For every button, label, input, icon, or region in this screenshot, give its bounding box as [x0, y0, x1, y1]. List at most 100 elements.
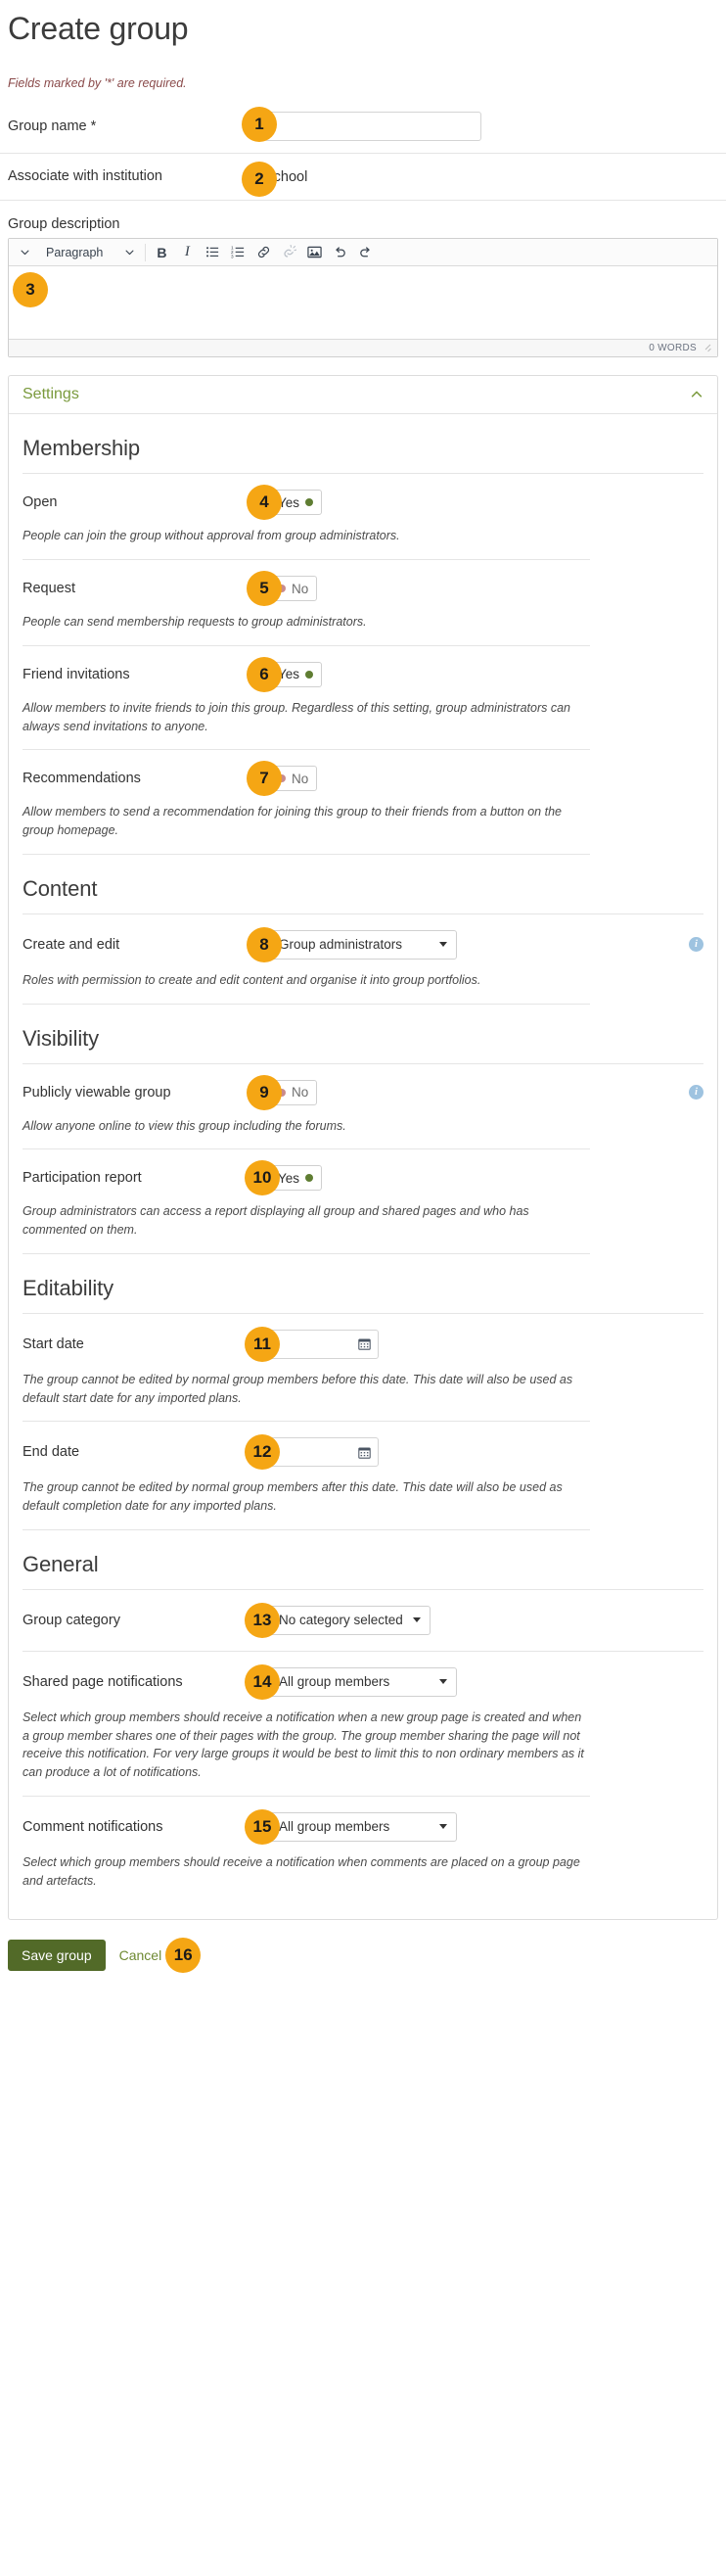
save-group-button[interactable]: Save group	[8, 1940, 106, 1972]
info-icon[interactable]: i	[689, 1085, 703, 1101]
setting-row-comment-notifications: Comment notifications 15 All group membe…	[23, 1797, 703, 1851]
field-group-category: 13 No category selected	[245, 1602, 703, 1638]
callout-badge-15: 15	[245, 1808, 280, 1845]
end-date-input[interactable]	[269, 1437, 379, 1468]
label-create-and-edit: Create and edit	[23, 936, 120, 953]
editor-content-area[interactable]: 3	[9, 266, 717, 340]
toggle-participation-report-value: Yes	[278, 1170, 300, 1186]
cancel-button[interactable]: Cancel	[119, 1947, 162, 1963]
label-end-date: End date	[23, 1444, 80, 1461]
chevron-down-icon	[412, 1617, 421, 1623]
status-dot-icon	[305, 498, 314, 507]
chevron-up-icon[interactable]	[690, 388, 703, 401]
start-date-input[interactable]	[269, 1329, 379, 1359]
calendar-icon[interactable]	[358, 1337, 371, 1351]
chevron-down-icon[interactable]	[13, 241, 36, 264]
field-open: 4 Yes	[247, 485, 703, 521]
settings-panel: Settings Membership Open 4 Yes People ca…	[8, 375, 718, 1921]
field-end-date: 12	[245, 1434, 703, 1471]
setting-row-recommendations: Recommendations 7 No	[23, 750, 703, 801]
field-create-and-edit: 8 Group administrators i	[247, 926, 703, 962]
redo-icon[interactable]	[353, 241, 377, 264]
link-icon[interactable]	[251, 241, 275, 264]
form-footer: Save group Cancel 16	[0, 1920, 726, 1992]
section-heading-general: General	[23, 1552, 703, 1590]
setting-row-group-category: Group category 13 No category selected	[23, 1590, 703, 1652]
chevron-down-icon	[439, 1824, 447, 1830]
select-shared-page-notifications[interactable]: All group members	[269, 1666, 457, 1697]
label-open: Open	[23, 494, 58, 511]
field-publicly-viewable: 9 No i	[247, 1074, 703, 1110]
resize-handle[interactable]	[703, 344, 711, 352]
field-recommendations: 7 No	[247, 761, 703, 797]
status-dot-icon	[305, 670, 314, 679]
callout-badge-5: 5	[247, 571, 282, 607]
callout-badge-3: 3	[13, 272, 48, 308]
italic-icon[interactable]: I	[175, 241, 199, 264]
callout-badge-9: 9	[247, 1074, 282, 1110]
select-group-category[interactable]: No category selected	[269, 1605, 431, 1635]
setting-row-start-date: Start date 11	[23, 1314, 703, 1369]
select-create-and-edit-value: Group administrators	[279, 937, 403, 953]
bold-icon[interactable]: B	[150, 241, 173, 264]
editor-status-bar: 0 WORDS	[9, 339, 717, 357]
setting-row-shared-page-notifications: Shared page notifications 14 All group m…	[23, 1652, 703, 1707]
settings-panel-body: Membership Open 4 Yes People can join th…	[9, 436, 717, 1919]
paragraph-format-select[interactable]: Paragraph	[38, 241, 141, 264]
select-create-and-edit[interactable]: Group administrators	[269, 929, 457, 960]
label-group-category: Group category	[23, 1612, 120, 1628]
editor-toolbar: Paragraph B I 1 2 3	[9, 239, 717, 267]
section-heading-editability: Editability	[23, 1276, 703, 1314]
help-end-date: The group cannot be edited by normal gro…	[23, 1476, 590, 1530]
undo-icon[interactable]	[328, 241, 351, 264]
chevron-down-icon	[439, 1679, 447, 1685]
calendar-icon[interactable]	[358, 1446, 371, 1459]
group-description-editor: Paragraph B I 1 2 3 3 0 WORDS	[8, 238, 718, 358]
image-icon[interactable]	[302, 241, 326, 264]
create-group-page: Create group Fields marked by '*' are re…	[0, 0, 726, 1992]
unlink-icon	[277, 241, 300, 264]
help-publicly-viewable: Allow anyone online to view this group i…	[23, 1115, 590, 1150]
group-description-label: Group description	[8, 216, 120, 233]
label-comment-notifications: Comment notifications	[23, 1818, 163, 1835]
callout-badge-16: 16	[165, 1938, 202, 1974]
setting-row-end-date: End date 12	[23, 1422, 703, 1476]
setting-row-participation-report: Participation report 10 Yes	[23, 1149, 703, 1200]
label-publicly-viewable: Publicly viewable group	[23, 1084, 171, 1101]
field-request: 5 No	[247, 571, 703, 607]
info-icon[interactable]: i	[689, 937, 703, 953]
label-start-date: Start date	[23, 1335, 84, 1352]
toolbar-divider	[145, 243, 147, 261]
help-request: People can send membership requests to g…	[23, 611, 590, 646]
svg-text:3: 3	[231, 255, 234, 259]
help-create-and-edit: Roles with permission to create and edit…	[23, 969, 590, 1005]
help-friend-invitations: Allow members to invite friends to join …	[23, 697, 590, 751]
settings-panel-header[interactable]: Settings	[9, 376, 717, 415]
field-shared-page-notifications: 14 All group members	[245, 1663, 703, 1700]
numbered-list-icon[interactable]: 1 2 3	[226, 241, 250, 264]
group-name-row: Group name * 1	[0, 100, 726, 155]
setting-row-create-and-edit: Create and edit 8 Group administrators i	[23, 914, 703, 969]
toggle-recommendations-value: No	[292, 771, 309, 786]
help-shared-page-notifications: Select which group members should receiv…	[23, 1707, 590, 1797]
field-friend-invitations: 6 Yes	[247, 656, 703, 692]
callout-badge-6: 6	[247, 656, 282, 692]
institution-field-area: 2 School	[242, 161, 718, 197]
institution-row: Associate with institution 2 School	[0, 154, 726, 202]
callout-badge-8: 8	[247, 926, 282, 962]
setting-row-publicly-viewable: Publicly viewable group 9 No i	[23, 1064, 703, 1115]
section-heading-content: Content	[23, 876, 703, 914]
section-heading-membership: Membership	[23, 436, 703, 475]
bullet-list-icon[interactable]	[201, 241, 224, 264]
group-name-label: Group name *	[8, 117, 97, 134]
group-name-input[interactable]	[264, 112, 481, 142]
label-recommendations: Recommendations	[23, 771, 141, 787]
status-dot-icon	[305, 1174, 314, 1183]
setting-row-request: Request 5 No	[23, 560, 703, 611]
toggle-request-value: No	[292, 581, 309, 596]
setting-row-open: Open 4 Yes	[23, 474, 703, 525]
page-title: Create group	[8, 11, 189, 46]
settings-panel-title: Settings	[23, 386, 79, 403]
select-comment-notifications[interactable]: All group members	[269, 1811, 457, 1842]
field-participation-report: 10 Yes	[245, 1160, 703, 1196]
